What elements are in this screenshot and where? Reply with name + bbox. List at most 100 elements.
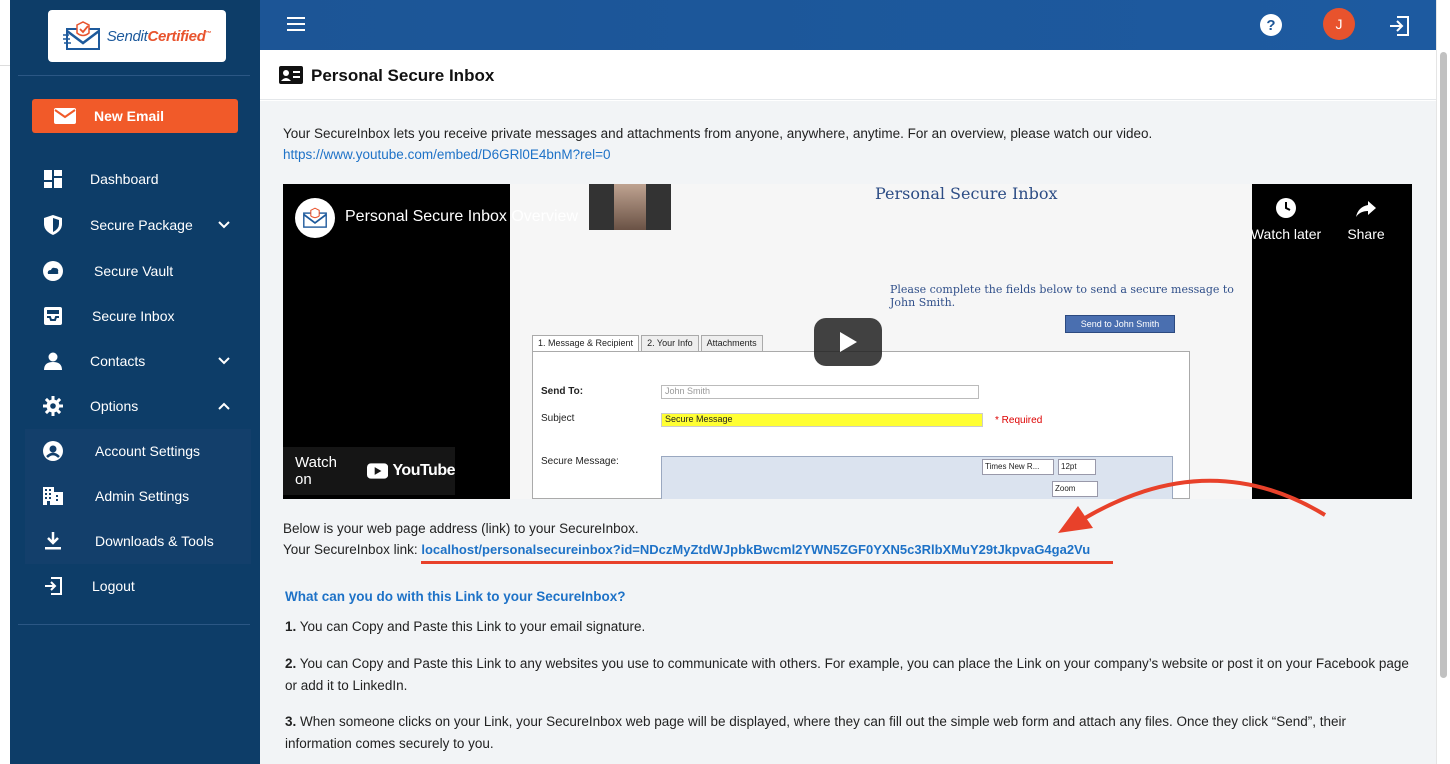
video-subject-value: Secure Message [661,413,983,427]
faq-question: What can you do with this Link to your S… [285,589,626,604]
video-screen-tab: 2. Your Info [641,335,699,352]
gear-icon [42,395,64,417]
video-subject-label: Subject [541,413,575,424]
video-size-select: 12pt [1058,459,1096,475]
intro-video-link[interactable]: https://www.youtube.com/embed/D6GRl0E4bn… [283,147,611,162]
watch-later-button[interactable]: Watch later [1250,196,1322,242]
video-presenter [589,184,671,230]
sidebar-item-secure-package[interactable]: Secure Package [10,205,260,245]
sidebar-item-label: Secure Vault [94,263,174,279]
cloud-icon [42,260,64,282]
sidebar-item-label: Options [90,398,139,414]
sidebar-item-options[interactable]: Options [10,386,260,426]
user-avatar[interactable]: J [1323,8,1355,40]
inbox-icon [42,305,64,327]
play-button[interactable] [814,318,882,366]
download-icon [42,530,64,552]
page-title: Personal Secure Inbox [311,66,495,85]
faq-item: 3. When someone clicks on your Link, you… [285,714,1347,751]
watch-on-youtube-button[interactable]: Watch on YouTube [283,447,455,495]
sidebar-divider [18,624,250,625]
sidebar-divider [18,75,250,76]
sidebar-item-downloads-tools[interactable]: Downloads & Tools [10,521,260,561]
sidebar-item-label: Logout [92,578,135,594]
sidebar-item-dashboard[interactable]: Dashboard [10,159,260,199]
sidebar-item-label: Dashboard [90,171,159,187]
video-screen-form: Send To: John Smith Subject Secure Messa… [532,351,1190,499]
annotation-underline [421,561,1113,564]
sidebar: SenditCertified™ New Email Dashboard Sec… [10,0,260,764]
app-window: SenditCertified™ New Email Dashboard Sec… [0,0,1450,764]
sidebar-item-secure-inbox[interactable]: Secure Inbox [10,296,260,336]
video-screen-heading: Personal Secure Inbox [875,184,1058,203]
channel-logo[interactable] [295,198,335,238]
main-content: Your SecureInbox lets you receive privat… [260,101,1436,764]
sidebar-item-label: Secure Package [90,217,193,233]
brand-logo[interactable]: SenditCertified™ [48,10,226,62]
top-bar: ? J [260,0,1436,50]
chevron-down-icon[interactable] [216,217,232,233]
link-label: Your SecureInbox link: [283,542,418,557]
sidebar-item-admin-settings[interactable]: Admin Settings [10,476,260,516]
scrollbar-thumb[interactable] [1440,52,1447,678]
share-button[interactable]: Share [1336,196,1396,242]
sidebar-item-label: Account Settings [95,443,201,459]
hamburger-menu-icon[interactable] [287,17,305,31]
secureinbox-link[interactable]: localhost/personalsecureinbox?id=NDczMyZ… [421,542,1090,557]
brand-name: SenditCertified™ [106,27,212,45]
share-icon [1356,201,1376,217]
watch-later-label: Watch later [1250,226,1322,242]
share-label: Share [1347,226,1385,242]
intro-text-block: Your SecureInbox lets you receive privat… [283,123,1152,165]
logout-icon [42,575,64,597]
video-send-to-value: John Smith [661,385,979,399]
clock-icon [1276,198,1296,218]
logout-icon[interactable] [1388,15,1410,37]
video-message-label: Secure Message: [541,456,619,467]
secureinbox-link-block: Below is your web page address (link) to… [283,518,1090,560]
sidebar-item-logout[interactable]: Logout [10,566,260,606]
video-zoom-select: Zoom [1052,481,1098,497]
video-send-to-label: Send To: [541,386,584,397]
sidebar-item-label: Secure Inbox [92,308,175,324]
link-intro-text: Below is your web page address (link) to… [283,521,639,536]
chevron-up-icon[interactable] [216,398,232,414]
faq-item: 1. You can Copy and Paste this Link to y… [285,619,646,634]
sidebar-item-label: Contacts [90,353,146,369]
faq-section: What can you do with this Link to your S… [283,585,1412,764]
intro-text: Your SecureInbox lets you receive privat… [283,126,1153,141]
sidebar-item-contacts[interactable]: Contacts [10,341,260,381]
watch-on-label: Watch on [295,454,337,488]
sidebar-item-secure-vault[interactable]: Secure Vault [10,251,260,291]
new-email-label: New Email [94,108,165,124]
building-icon [42,485,64,507]
person-icon [42,350,64,372]
video-screen-tab: Attachments [700,335,763,352]
sidebar-item-label: Downloads & Tools [95,533,214,549]
video-font-select: Times New R... [982,459,1054,475]
dashboard-icon [42,168,64,190]
play-icon [840,332,857,352]
page-scrollbar[interactable] [1436,0,1450,764]
page-header: Personal Secure Inbox [260,50,1436,100]
video-editor-toolbar: Times New R... 12pt Zoom [661,456,1173,499]
new-email-button[interactable]: New Email [32,99,238,133]
chevron-down-icon[interactable] [216,353,232,369]
id-card-icon [279,66,303,84]
envelope-logo-icon [62,21,100,50]
video-title[interactable]: Personal Secure Inbox Overview [345,208,578,226]
faq-item: 2. You can Copy and Paste this Link to a… [285,656,1409,693]
sidebar-item-account-settings[interactable]: Account Settings [10,431,260,471]
video-embed[interactable]: Personal Secure Inbox Please complete th… [283,184,1412,499]
account-circle-icon [42,440,64,462]
shield-icon [42,214,64,236]
help-icon[interactable]: ? [1260,14,1282,36]
video-screen-tabs: 1. Message & Recipient 2. Your Info Atta… [532,335,765,352]
sidebar-item-label: Admin Settings [95,488,190,504]
video-screen-button: Send to John Smith [1065,315,1175,333]
mail-icon [54,108,76,124]
left-edge [0,0,10,764]
video-screen-line: Please complete the fields below to send… [890,283,1234,309]
video-required-text: * Required [995,415,1043,426]
youtube-icon [367,463,389,479]
